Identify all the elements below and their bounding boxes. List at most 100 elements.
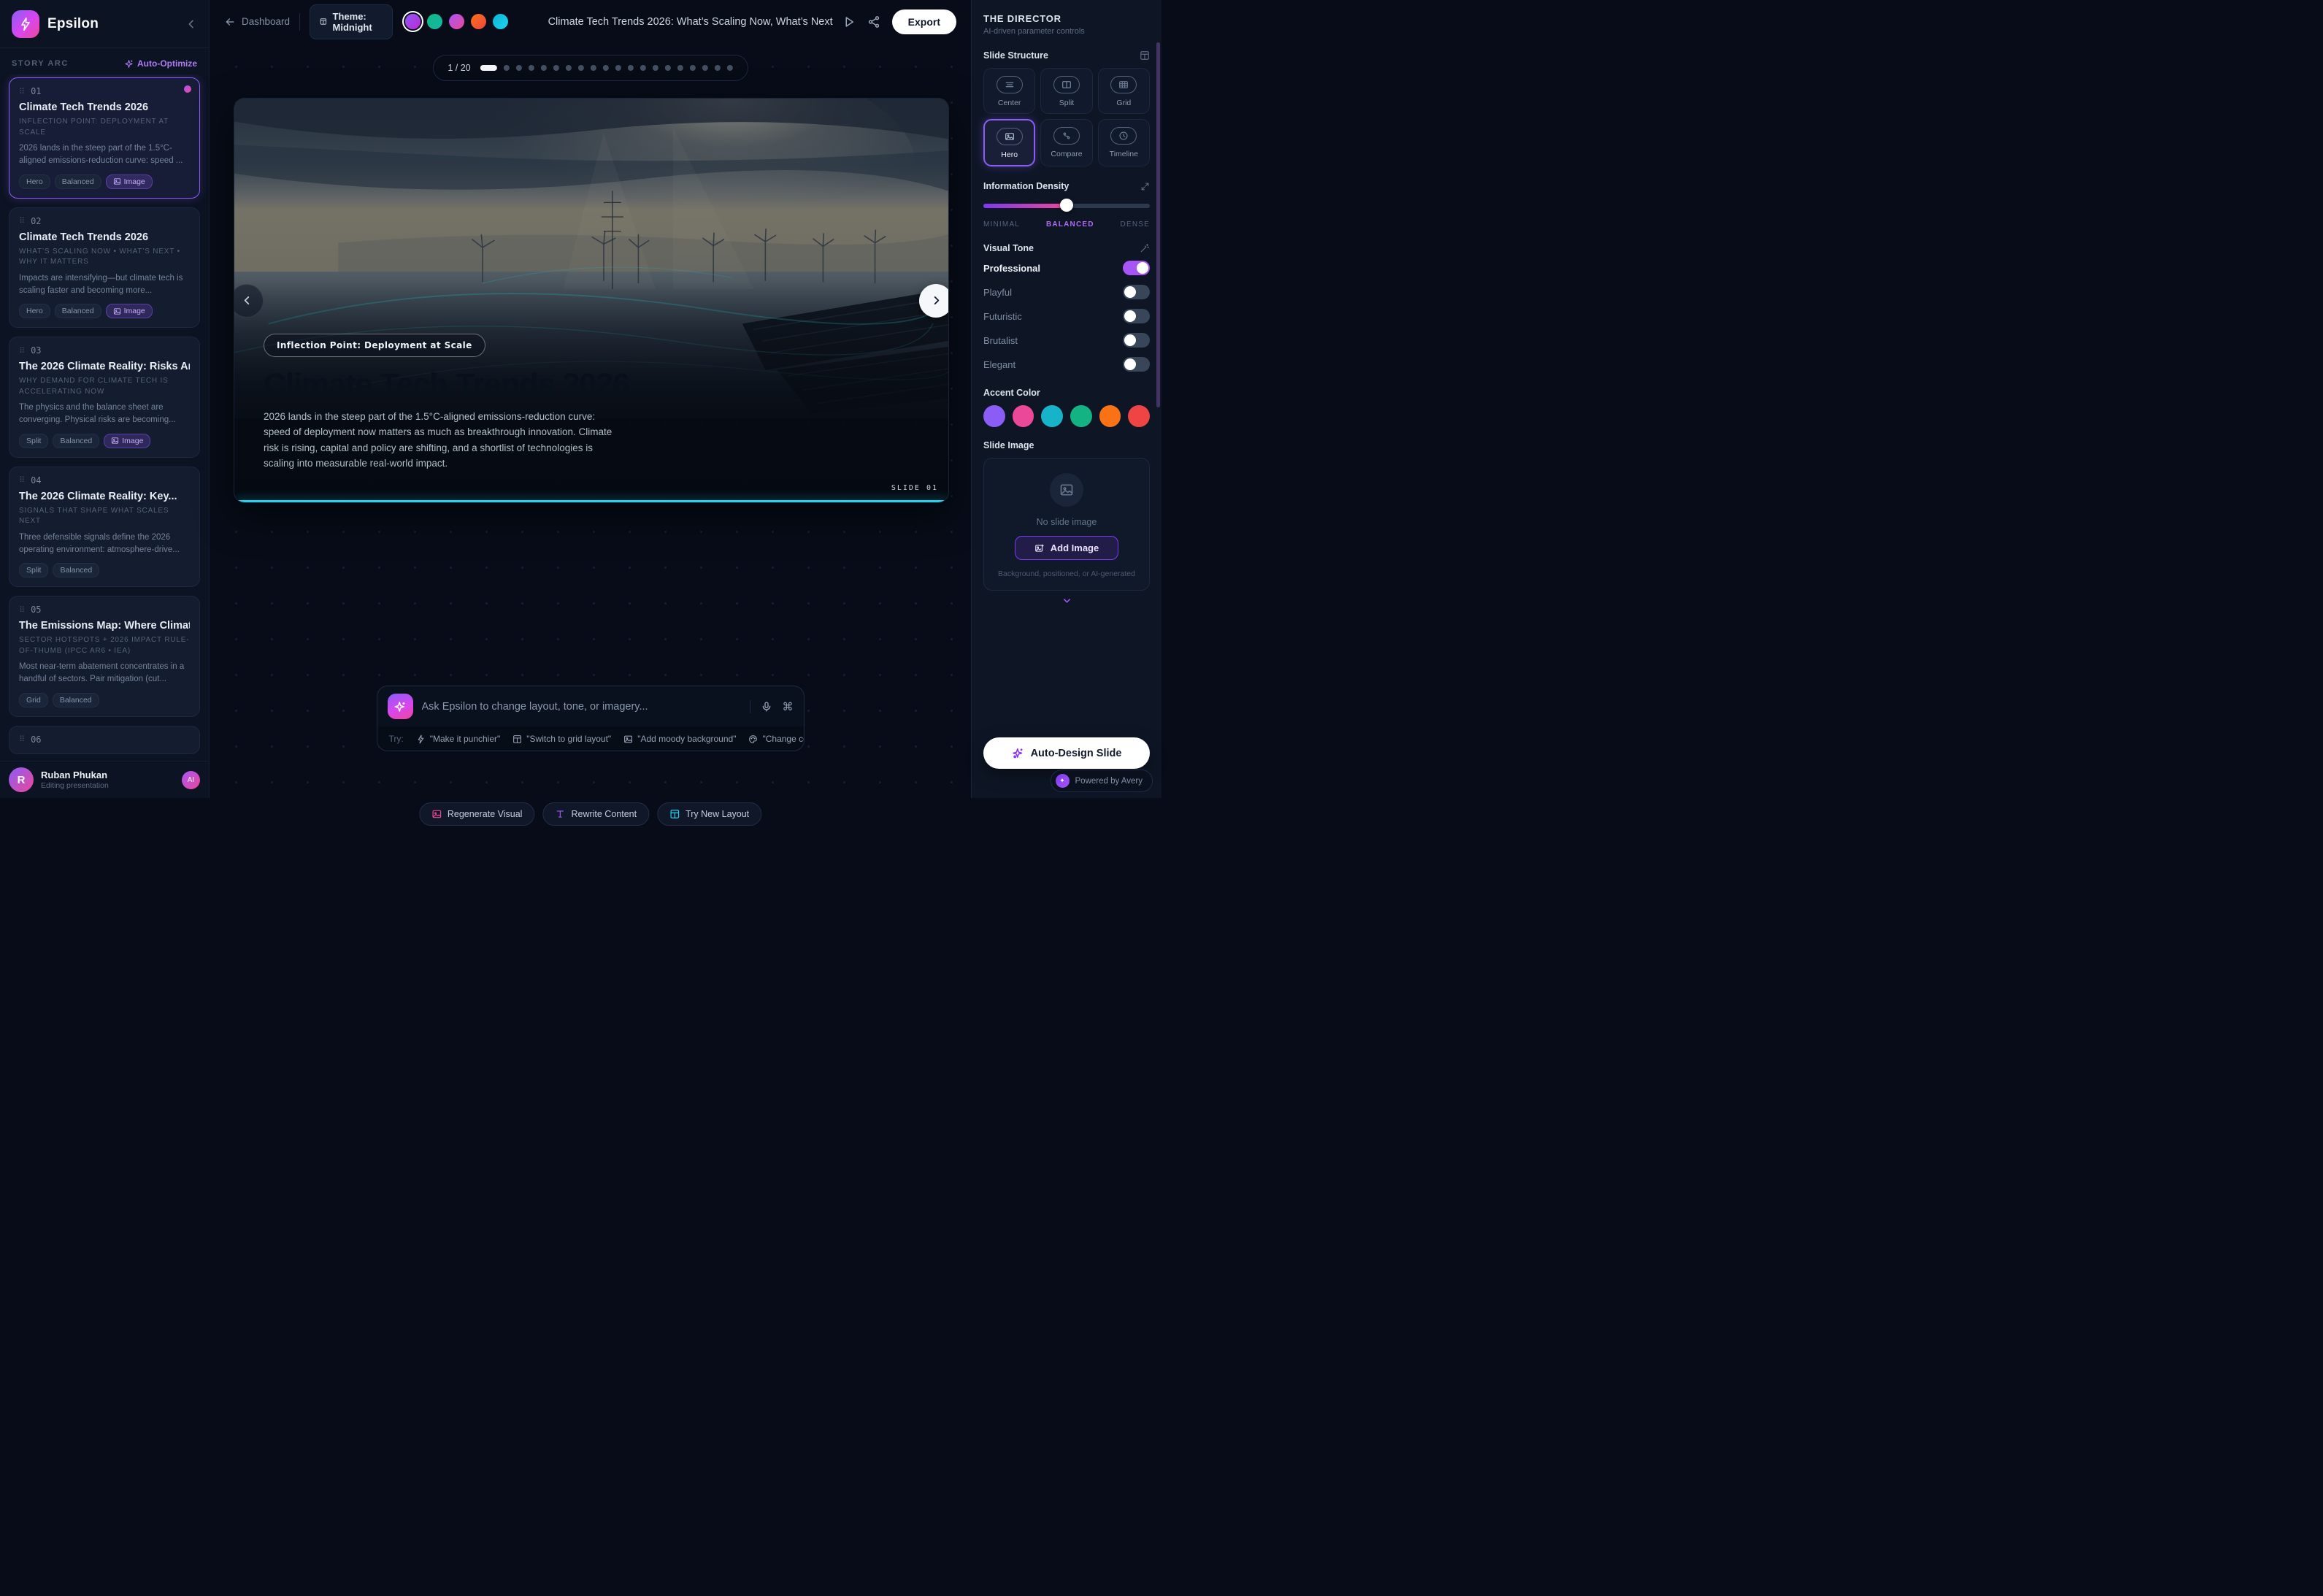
slide-structure-label: Slide Structure [983, 50, 1048, 61]
tone-professional-toggle[interactable] [1123, 261, 1150, 275]
try-new-layout-button[interactable]: Try New Layout [657, 802, 761, 826]
structure-timeline[interactable]: Timeline [1098, 119, 1150, 166]
drag-handle-icon[interactable]: ⠿ [19, 734, 24, 744]
slide-indicator[interactable] [677, 65, 683, 71]
accent-cyan[interactable] [1041, 405, 1063, 427]
slide-card-02[interactable]: ⠿02 Climate Tech Trends 2026 WHAT’S SCAL… [9, 207, 200, 329]
slide-indicator[interactable] [516, 65, 522, 71]
center-layout-icon [997, 76, 1023, 93]
slide-indicator[interactable] [603, 65, 609, 71]
user-avatar[interactable]: R [9, 767, 34, 792]
drag-handle-icon[interactable]: ⠿ [19, 605, 24, 615]
slide-indicator[interactable] [553, 65, 559, 71]
mic-button[interactable] [761, 701, 772, 713]
drag-handle-icon[interactable]: ⠿ [19, 346, 24, 356]
slide-indicator[interactable] [690, 65, 696, 71]
drag-handle-icon[interactable]: ⠿ [19, 87, 24, 96]
tone-futuristic-toggle[interactable] [1123, 309, 1150, 323]
structure-compare[interactable]: Compare [1040, 119, 1092, 166]
theme-color-teal[interactable] [427, 14, 442, 29]
export-button[interactable]: Export [892, 9, 956, 34]
tag-image: Image [106, 174, 153, 189]
density-dense[interactable]: DENSE [1121, 220, 1150, 229]
slide-card-03[interactable]: ⠿03 The 2026 Climate Reality: Risks Ar..… [9, 337, 200, 458]
slide-indicator[interactable] [715, 65, 721, 71]
slide-indicator-active[interactable] [480, 65, 497, 71]
theme-color-red[interactable] [471, 14, 486, 29]
magic-wand-icon[interactable] [1140, 243, 1150, 253]
suggestion-switch-grid-layout[interactable]: "Switch to grid layout" [512, 734, 611, 744]
tone-brutalist-toggle[interactable] [1123, 333, 1150, 348]
slide-indicator[interactable] [628, 65, 634, 71]
density-minimal[interactable]: MINIMAL [983, 220, 1020, 229]
suggestion-add-moody-background[interactable]: "Add moody background" [623, 734, 736, 744]
slide-card-04[interactable]: ⠿04 The 2026 Climate Reality: Key... SIG… [9, 467, 200, 588]
regenerate-visual-button[interactable]: Regenerate Visual [419, 802, 535, 826]
sparkles-icon [1012, 747, 1024, 759]
slide-content: Inflection Point: Deployment at Scale Cl… [234, 99, 948, 502]
slide-indicator[interactable] [578, 65, 584, 71]
theme-color-magenta[interactable] [449, 14, 464, 29]
theme-color-cyan[interactable] [493, 14, 508, 29]
structure-hero[interactable]: Hero [983, 119, 1035, 166]
epsilon-ai-icon [388, 694, 413, 719]
accent-purple[interactable] [983, 405, 1005, 427]
auto-optimize-button[interactable]: Auto-Optimize [124, 58, 197, 69]
slide-indicator[interactable] [591, 65, 596, 71]
theme-color-purple[interactable] [405, 14, 421, 29]
slide-indicator[interactable] [665, 65, 671, 71]
slide-card-05[interactable]: ⠿05 The Emissions Map: Where Climate... … [9, 596, 200, 717]
structure-center[interactable]: Center [983, 68, 1035, 114]
structure-split[interactable]: Split [1040, 68, 1092, 114]
accent-pink[interactable] [1013, 405, 1034, 427]
density-slider-thumb[interactable] [1060, 199, 1073, 212]
structure-grid[interactable]: Grid [1098, 68, 1150, 114]
suggestion-change-color[interactable]: "Change color [748, 734, 803, 744]
drag-handle-icon[interactable]: ⠿ [19, 216, 24, 226]
ask-epsilon-input[interactable] [422, 701, 741, 713]
sidebar-collapse-button[interactable] [185, 18, 197, 30]
tag-layout: Hero [19, 304, 50, 318]
slide-body-text[interactable]: 2026 lands in the steep part of the 1.5°… [264, 409, 618, 471]
ai-badge[interactable]: AI [182, 771, 200, 789]
slide-card-06[interactable]: ⠿06 [9, 726, 200, 754]
next-slide-button[interactable] [919, 284, 949, 318]
accent-red[interactable] [1128, 405, 1150, 427]
add-image-button[interactable]: Add Image [1015, 536, 1118, 560]
density-balanced[interactable]: BALANCED [1046, 220, 1094, 229]
powered-by-avery-badge[interactable]: ✦ Powered by Avery [1051, 770, 1153, 792]
slide-card-01[interactable]: ⠿01 Climate Tech Trends 2026 INFLECTION … [9, 77, 200, 199]
back-to-dashboard[interactable]: Dashboard [224, 16, 290, 28]
slide-indicator[interactable] [702, 65, 708, 71]
accent-green[interactable] [1070, 405, 1092, 427]
slide-indicator[interactable] [615, 65, 621, 71]
theme-selector-button[interactable]: Theme: Midnight [310, 4, 393, 39]
density-slider[interactable] [983, 199, 1150, 212]
panel-scroll-chevron[interactable] [983, 595, 1150, 606]
rewrite-content-button[interactable]: Rewrite Content [542, 802, 649, 826]
slide-indicator[interactable] [529, 65, 534, 71]
present-button[interactable] [842, 15, 856, 28]
slide-title[interactable]: Climate Tech Trends 2026 [264, 367, 629, 403]
expand-icon[interactable] [1140, 182, 1150, 191]
slide-indicator[interactable] [566, 65, 572, 71]
tag-density: Balanced [55, 304, 101, 318]
sparkles-icon [393, 700, 407, 713]
suggestion-make-it-punchier[interactable]: "Make it punchier" [416, 734, 501, 744]
slide-indicator[interactable] [541, 65, 547, 71]
tone-professional: Professional [983, 261, 1150, 275]
panel-scrollbar[interactable] [1156, 42, 1160, 407]
share-button[interactable] [867, 15, 880, 28]
slide-indicator[interactable] [504, 65, 510, 71]
slide-indicator[interactable] [727, 65, 733, 71]
slide-preview[interactable]: Inflection Point: Deployment at Scale Cl… [234, 98, 949, 503]
slide-indicator[interactable] [653, 65, 658, 71]
user-name: Ruban Phukan [41, 770, 109, 780]
drag-handle-icon[interactable]: ⠿ [19, 475, 24, 485]
auto-design-slide-button[interactable]: Auto-Design Slide [983, 737, 1150, 769]
tone-elegant-toggle[interactable] [1123, 357, 1150, 372]
slide-indicator[interactable] [640, 65, 646, 71]
slide-kicker-badge[interactable]: Inflection Point: Deployment at Scale [264, 334, 485, 357]
tone-playful-toggle[interactable] [1123, 285, 1150, 299]
accent-orange[interactable] [1099, 405, 1121, 427]
